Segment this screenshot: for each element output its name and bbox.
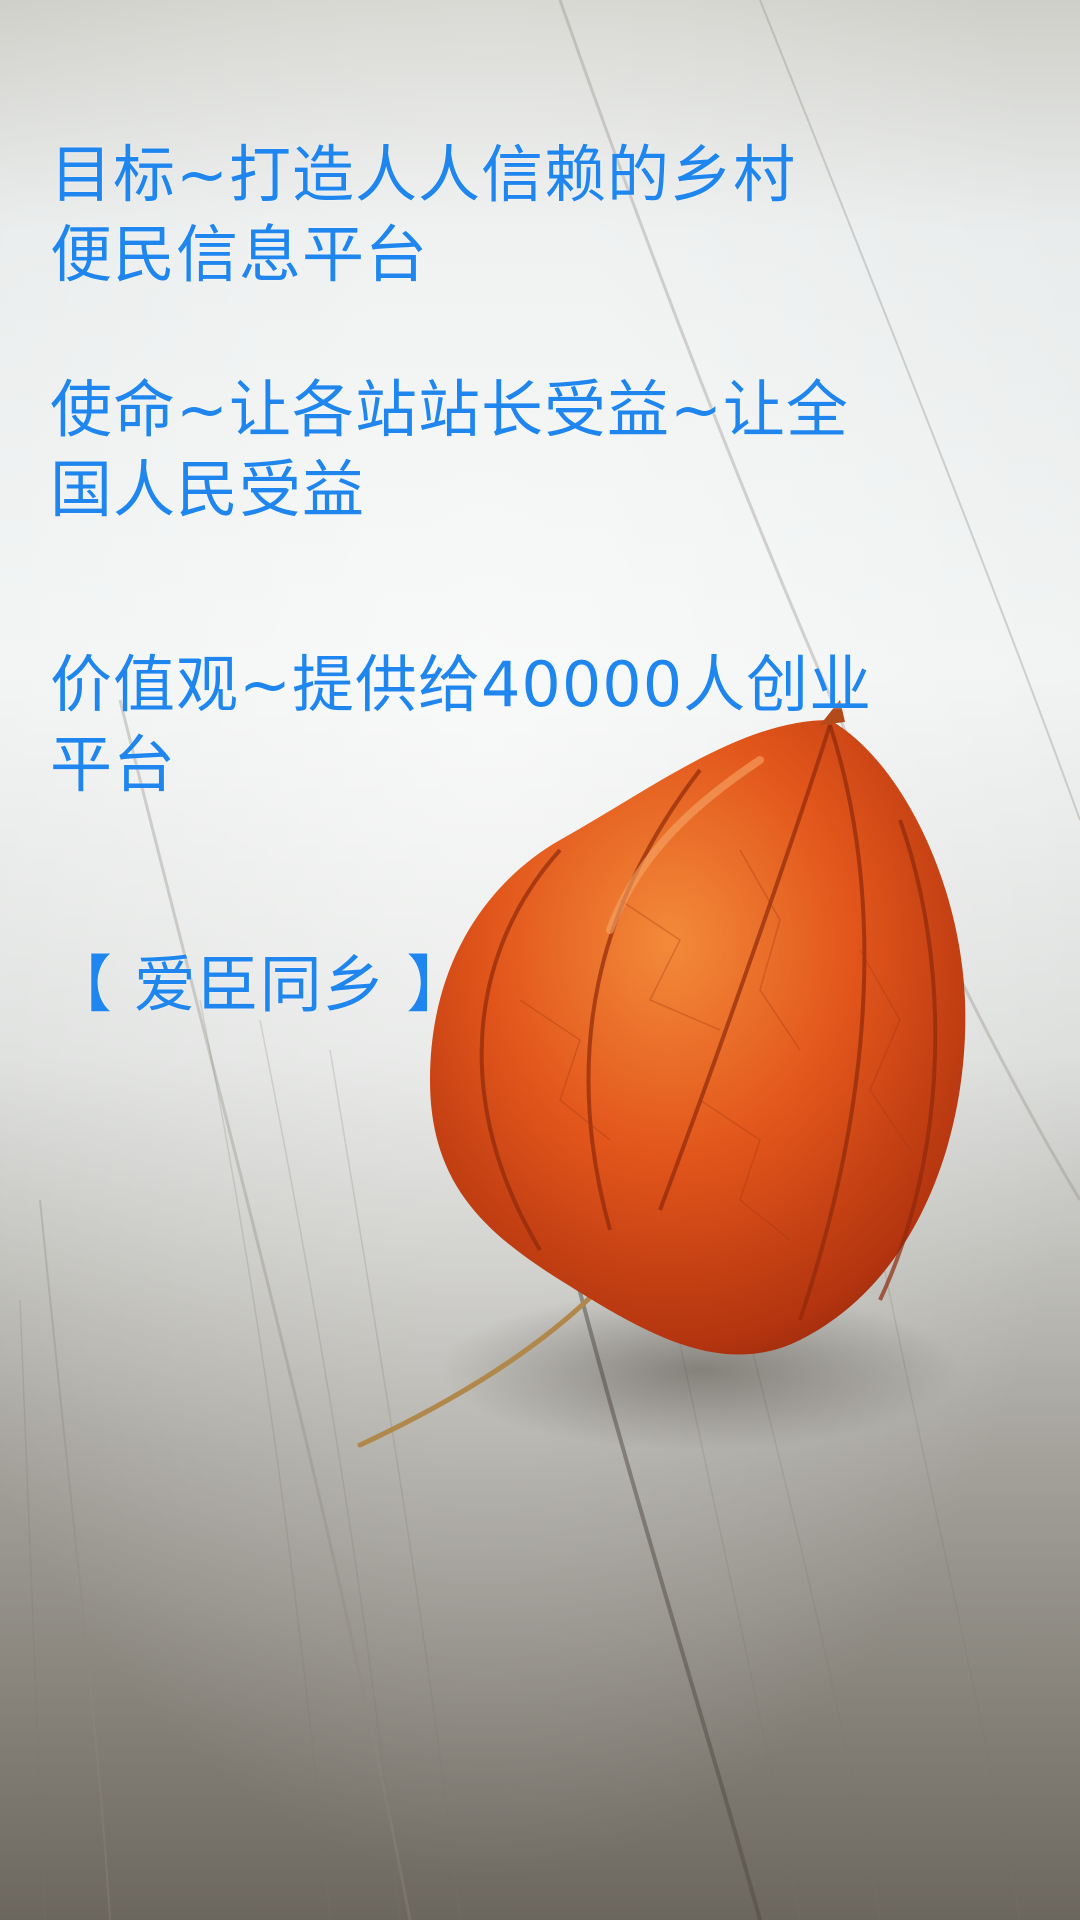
goal-line-1: 目标~打造人人信赖的乡村 — [50, 138, 796, 211]
mission-line-2: 国人民受益 — [50, 453, 366, 526]
mission-line-1: 使命~让各站站长受益~让全 — [50, 373, 849, 446]
values-line-1: 价值观~提供给40000人创业 — [50, 648, 873, 721]
mission-paragraph: 使命~让各站站长受益~让全 国人民受益 — [50, 370, 849, 530]
goal-paragraph: 目标~打造人人信赖的乡村 便民信息平台 — [50, 135, 796, 295]
brand-name: 【 爱臣同乡 】 — [50, 948, 470, 1021]
values-line-2: 平台 — [50, 728, 177, 801]
values-paragraph: 价值观~提供给40000人创业 平台 — [50, 645, 872, 805]
goal-line-2: 便民信息平台 — [50, 218, 429, 291]
brand-paragraph: 【 爱臣同乡 】 — [50, 945, 469, 1025]
